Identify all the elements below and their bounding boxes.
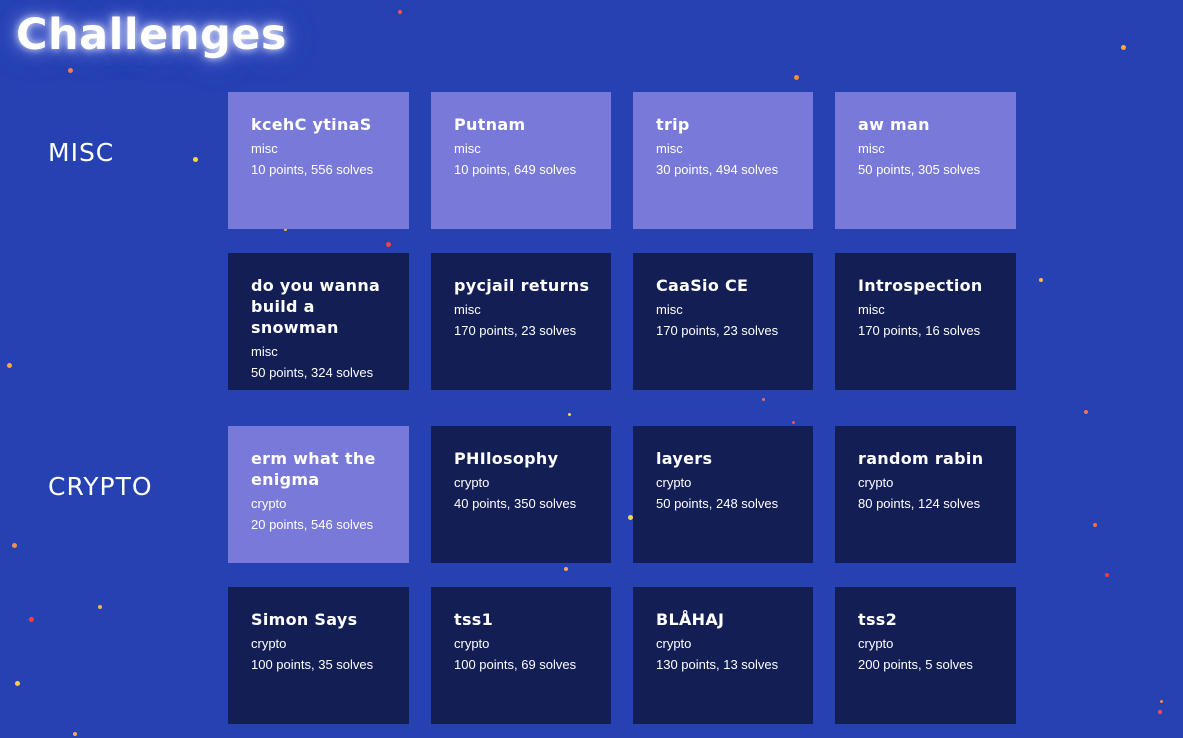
particle	[1093, 523, 1097, 527]
challenge-category: misc	[858, 141, 885, 156]
challenge-card[interactable]: PHIlosophy crypto 40 points, 350 solves	[431, 426, 611, 563]
particle	[73, 732, 77, 736]
challenge-points-solves: 80 points, 124 solves	[858, 496, 981, 511]
challenge-card[interactable]: Simon Says crypto 100 points, 35 solves	[228, 587, 409, 724]
challenge-category: misc	[656, 141, 683, 156]
challenge-category: crypto	[858, 475, 894, 490]
challenge-card[interactable]: tss2 crypto 200 points, 5 solves	[835, 587, 1016, 724]
challenge-category: misc	[858, 302, 885, 317]
particle	[15, 681, 20, 686]
challenge-name: erm what the enigma	[251, 449, 376, 489]
challenge-name: Simon Says	[251, 610, 358, 629]
challenge-category: misc	[656, 302, 683, 317]
challenge-name: kcehC ytinaS	[251, 115, 372, 134]
particle	[7, 363, 12, 368]
challenge-card[interactable]: kcehC ytinaS misc 10 points, 556 solves	[228, 92, 409, 229]
challenge-name: CaaSio CE	[656, 276, 749, 295]
particle	[568, 413, 571, 416]
challenge-points-solves: 170 points, 23 solves	[656, 323, 779, 338]
challenge-points-solves: 20 points, 546 solves	[251, 517, 374, 532]
challenge-name: layers	[656, 449, 713, 468]
challenge-name: tss2	[858, 610, 898, 629]
challenge-points-solves: 40 points, 350 solves	[454, 496, 577, 511]
challenge-card[interactable]: BLÅHAJ crypto 130 points, 13 solves	[633, 587, 813, 724]
challenge-name: Putnam	[454, 115, 526, 134]
challenge-points-solves: 50 points, 248 solves	[656, 496, 779, 511]
challenge-name: Introspection	[858, 276, 983, 295]
particle	[12, 543, 17, 548]
particle	[68, 68, 73, 73]
challenge-points-solves: 10 points, 556 solves	[251, 162, 374, 177]
challenge-grid-misc: kcehC ytinaS misc 10 points, 556 solves …	[228, 92, 1018, 390]
category-label-misc: MISC	[48, 138, 115, 167]
challenge-category: misc	[251, 344, 278, 359]
challenge-category: crypto	[656, 636, 692, 651]
challenge-points-solves: 170 points, 16 solves	[858, 323, 981, 338]
challenge-card[interactable]: pycjail returns misc 170 points, 23 solv…	[431, 253, 611, 390]
particle	[98, 605, 102, 609]
challenge-card[interactable]: Introspection misc 170 points, 16 solves	[835, 253, 1016, 390]
particle	[1039, 278, 1043, 282]
particle	[1121, 45, 1126, 50]
challenge-category: crypto	[251, 636, 287, 651]
challenge-name: random rabin	[858, 449, 984, 468]
challenge-category: crypto	[251, 496, 287, 511]
particle	[398, 10, 402, 14]
challenge-name: pycjail returns	[454, 276, 590, 295]
challenge-points-solves: 30 points, 494 solves	[656, 162, 779, 177]
challenge-points-solves: 100 points, 35 solves	[251, 657, 374, 672]
challenge-category: crypto	[454, 475, 490, 490]
challenge-category: misc	[251, 141, 278, 156]
particle	[1084, 410, 1088, 414]
challenge-card[interactable]: erm what the enigma crypto 20 points, 54…	[228, 426, 409, 563]
challenge-points-solves: 130 points, 13 solves	[656, 657, 779, 672]
challenge-grid-crypto: erm what the enigma crypto 20 points, 54…	[228, 426, 1018, 724]
challenge-card[interactable]: Putnam misc 10 points, 649 solves	[431, 92, 611, 229]
challenge-card[interactable]: aw man misc 50 points, 305 solves	[835, 92, 1016, 229]
challenge-card[interactable]: random rabin crypto 80 points, 124 solve…	[835, 426, 1016, 563]
particle	[29, 617, 34, 622]
challenge-category: crypto	[858, 636, 894, 651]
challenge-points-solves: 50 points, 324 solves	[251, 365, 374, 380]
challenge-card[interactable]: do you wanna build a snowman misc 50 poi…	[228, 253, 409, 390]
particle	[1158, 710, 1162, 714]
challenge-card[interactable]: tss1 crypto 100 points, 69 solves	[431, 587, 611, 724]
challenges-page: Challenges MISC kcehC ytinaS misc 10 poi…	[0, 0, 1183, 738]
challenge-name: PHIlosophy	[454, 449, 559, 468]
challenge-card[interactable]: CaaSio CE misc 170 points, 23 solves	[633, 253, 813, 390]
challenge-category: crypto	[656, 475, 692, 490]
particle	[792, 421, 795, 424]
challenge-name: trip	[656, 115, 690, 134]
challenge-name: tss1	[454, 610, 494, 629]
challenge-points-solves: 170 points, 23 solves	[454, 323, 577, 338]
particle	[762, 398, 765, 401]
challenge-points-solves: 50 points, 305 solves	[858, 162, 981, 177]
challenge-category: misc	[454, 141, 481, 156]
challenge-points-solves: 200 points, 5 solves	[858, 657, 973, 672]
particle	[1160, 700, 1163, 703]
particle	[193, 157, 198, 162]
challenge-category: crypto	[454, 636, 490, 651]
category-label-crypto: CRYPTO	[48, 472, 153, 501]
challenge-name: aw man	[858, 115, 930, 134]
challenge-points-solves: 10 points, 649 solves	[454, 162, 577, 177]
challenge-card[interactable]: layers crypto 50 points, 248 solves	[633, 426, 813, 563]
particle	[794, 75, 799, 80]
particle	[1105, 573, 1109, 577]
challenge-category: misc	[454, 302, 481, 317]
challenge-name: do you wanna build a snowman	[251, 276, 381, 337]
page-title: Challenges	[16, 10, 287, 60]
challenge-card[interactable]: trip misc 30 points, 494 solves	[633, 92, 813, 229]
challenge-name: BLÅHAJ	[656, 610, 725, 629]
challenge-points-solves: 100 points, 69 solves	[454, 657, 577, 672]
